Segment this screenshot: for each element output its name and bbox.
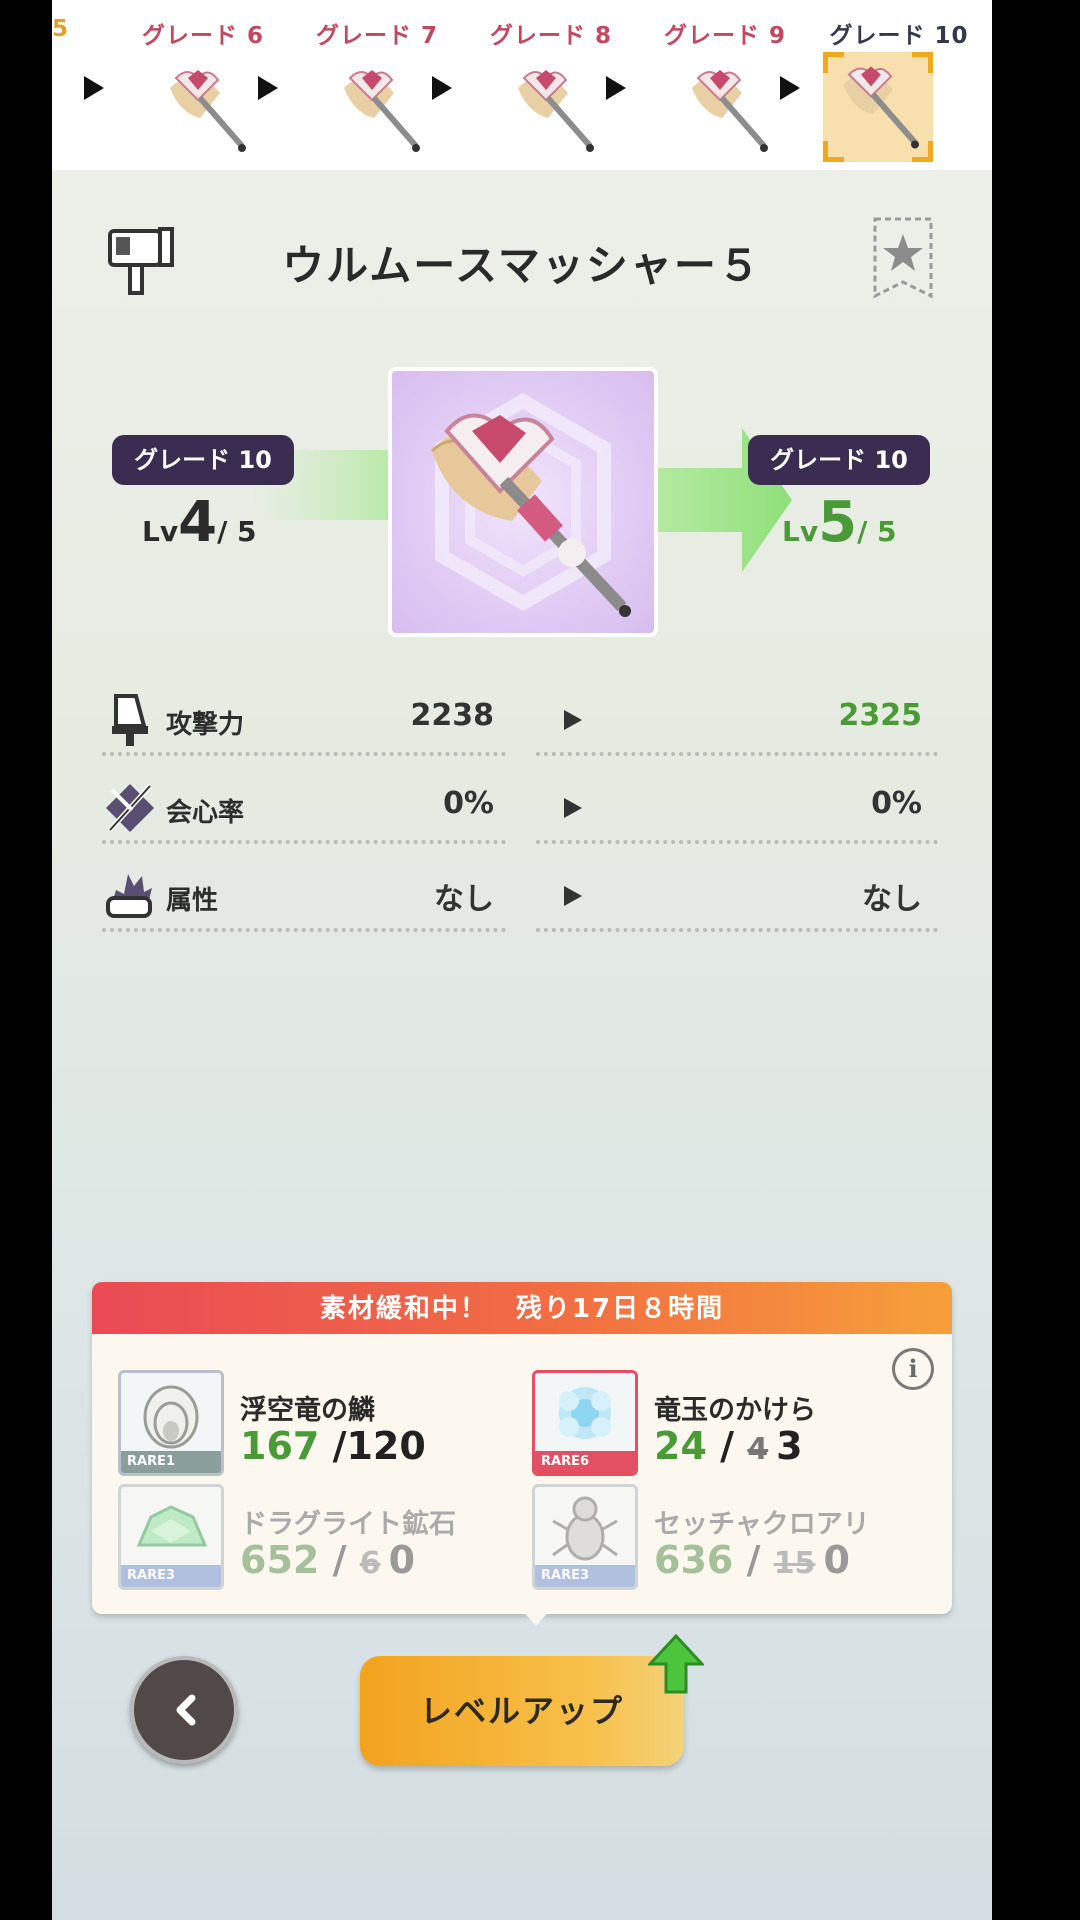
material-thumb: RARE3 xyxy=(532,1484,638,1590)
grade-item-8[interactable]: グレード 8 xyxy=(476,0,626,170)
ore-icon xyxy=(136,1505,208,1547)
material-thumb: RARE1 xyxy=(118,1370,224,1476)
grade-arrow-icon xyxy=(780,76,800,100)
grade-arrow-icon xyxy=(606,76,626,100)
level-up-button[interactable]: レベルアップ xyxy=(360,1656,684,1766)
rarity-badge: RARE6 xyxy=(535,1451,635,1473)
stat-row-element: 属性 なし なし xyxy=(102,858,938,938)
stat-arrow-icon xyxy=(564,798,582,818)
ant-icon xyxy=(552,1496,618,1561)
grade-label: グレード 10 xyxy=(829,23,969,49)
grade-arrow-icon xyxy=(432,76,452,100)
material-name: 竜玉のかけら xyxy=(654,1395,816,1426)
stat-next-value: なし xyxy=(862,882,922,917)
app-screen: 5 グレード 6 グレード 7 グレード 8 グレード 9 グレード 10 ウル… xyxy=(52,0,992,1920)
stat-row-attack: 攻撃力 2238 2325 xyxy=(102,682,938,762)
grade-item-9[interactable]: グレード 9 xyxy=(650,0,800,170)
material-name: 浮空竜の鱗 xyxy=(240,1395,375,1426)
selected-grade-frame xyxy=(823,52,933,162)
dragon-gem-icon xyxy=(559,1387,611,1439)
grade-label: グレード 8 xyxy=(489,23,612,49)
stat-arrow-icon xyxy=(564,710,582,730)
grade-label: グレード 6 xyxy=(141,23,264,49)
material-discount-banner: 素材緩和中！ 残り17日８時間 xyxy=(92,1282,952,1334)
rarity-badge: RARE3 xyxy=(121,1565,221,1587)
stat-next-value: 2325 xyxy=(838,698,923,733)
rarity-badge: RARE1 xyxy=(121,1451,221,1473)
grade-arrow-icon xyxy=(84,76,104,100)
rarity-badge: RARE3 xyxy=(535,1565,635,1587)
material-item[interactable]: RARE1 浮空竜の鱗 167 /120 xyxy=(118,1370,528,1476)
weapon-thumb-icon xyxy=(170,70,246,152)
stat-arrow-icon xyxy=(564,886,582,906)
current-grade-badge: グレード 10 xyxy=(112,435,294,485)
sword-icon xyxy=(112,694,148,746)
material-item[interactable]: RARE3 ドラグライト鉱石 652 / 60 xyxy=(118,1484,528,1590)
weapon-name: ウルムースマッシャー５ xyxy=(282,241,762,290)
material-name: ドラグライト鉱石 xyxy=(240,1509,456,1540)
material-name: セッチャクロアリ xyxy=(654,1509,870,1540)
material-item[interactable]: RARE6 竜玉のかけら 24 / 43 xyxy=(532,1370,942,1476)
grade-item-6[interactable]: グレード 6 xyxy=(128,0,278,170)
scale-icon xyxy=(143,1385,199,1449)
stat-label: 属性 xyxy=(166,886,219,916)
grade-strip: 5 グレード 6 グレード 7 グレード 8 グレード 9 グレード 10 xyxy=(52,0,992,170)
stat-current-value: 2238 xyxy=(410,698,495,733)
current-level: Lv4/ 5 xyxy=(142,490,257,555)
materials-panel: 素材緩和中！ 残り17日８時間 i RARE1 浮空竜の鱗 167 /120 R… xyxy=(92,1282,952,1614)
next-level: Lv5/ 5 xyxy=(782,490,897,555)
grade-arrow-icon xyxy=(258,76,278,100)
weapon-thumb-icon xyxy=(692,70,768,152)
stat-next-value: 0% xyxy=(871,786,922,821)
weapon-thumb-icon xyxy=(518,70,594,152)
panel-pointer xyxy=(522,1610,550,1626)
stat-row-critical: 会心率 0% 0% xyxy=(102,770,938,850)
favorite-star-icon[interactable] xyxy=(872,216,934,300)
next-grade-badge: グレード 10 xyxy=(748,435,930,485)
stat-current-value: なし xyxy=(434,882,494,917)
material-thumb: RARE6 xyxy=(532,1370,638,1476)
crit-icon xyxy=(106,784,154,832)
grade-item-7[interactable]: グレード 7 xyxy=(302,0,452,170)
material-count: 636 / 15 0 xyxy=(654,1538,850,1582)
material-item[interactable]: RARE3 セッチャクロアリ 636 / 15 0 xyxy=(532,1484,942,1590)
stat-current-value: 0% xyxy=(443,786,494,821)
weapon-preview xyxy=(388,367,658,637)
material-count: 167 /120 xyxy=(240,1424,426,1468)
stat-label: 会心率 xyxy=(166,798,245,828)
weapon-image xyxy=(430,392,631,617)
level-up-arrow-icon xyxy=(648,1634,704,1694)
material-count: 652 / 60 xyxy=(240,1538,416,1582)
back-button[interactable] xyxy=(130,1656,238,1764)
grade-label-partial: 5 xyxy=(52,16,69,42)
stat-label: 攻撃力 xyxy=(166,710,245,740)
material-thumb: RARE3 xyxy=(118,1484,224,1590)
grade-label: グレード 9 xyxy=(663,23,786,49)
grade-label: グレード 7 xyxy=(315,23,438,49)
hammer-type-icon xyxy=(108,227,174,295)
chevron-left-icon xyxy=(176,1694,196,1726)
weapon-thumb-icon xyxy=(843,66,919,149)
material-count: 24 / 43 xyxy=(654,1424,803,1468)
weapon-thumb-icon xyxy=(344,70,420,152)
element-icon xyxy=(106,874,152,918)
